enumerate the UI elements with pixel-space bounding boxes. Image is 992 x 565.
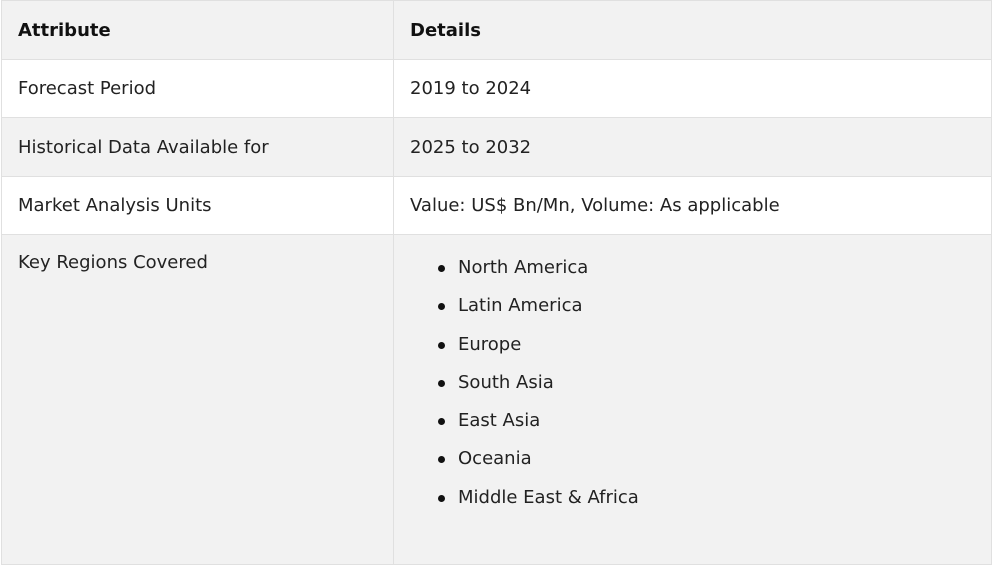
attribute-cell: Market Analysis Units [1,176,394,235]
list-item: Europe [438,334,991,372]
list-item: Oceania [438,448,991,486]
regions-cell: North America Latin America Europe South… [393,234,992,565]
details-column-header: Details [393,0,992,60]
attribute-cell: Forecast Period [1,59,394,118]
list-item: North America [438,257,991,295]
list-item: Middle East & Africa [438,487,991,525]
report-attributes-table: Attribute Details Forecast Period 2019 t… [1,0,992,565]
attribute-cell: Historical Data Available for [1,117,394,177]
details-cell: 2019 to 2024 [393,59,992,118]
list-item: South Asia [438,372,991,410]
details-cell: 2025 to 2032 [393,117,992,177]
list-item: East Asia [438,410,991,448]
table-header-row: Attribute Details [1,0,992,60]
table-row: Market Analysis Units Value: US$ Bn/Mn, … [1,176,992,235]
table-row: Forecast Period 2019 to 2024 [1,59,992,118]
table-row: Historical Data Available for 2025 to 20… [1,117,992,177]
attribute-column-header: Attribute [1,0,394,60]
regions-list: North America Latin America Europe South… [410,257,991,525]
table-row-regions: Key Regions Covered North America Latin … [1,234,992,565]
attribute-cell: Key Regions Covered [1,234,394,565]
list-item: Latin America [438,295,991,333]
details-cell: Value: US$ Bn/Mn, Volume: As applicable [393,176,992,235]
